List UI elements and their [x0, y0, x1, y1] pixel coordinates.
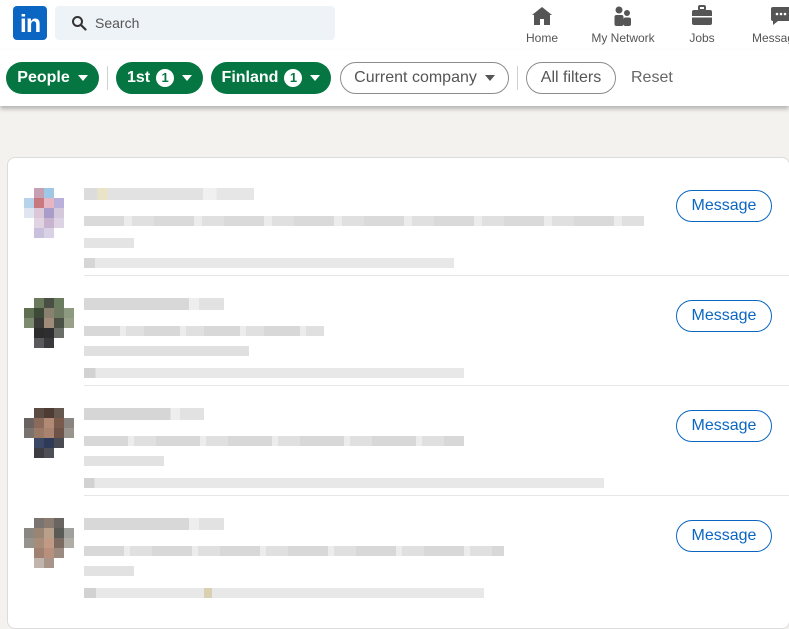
blurred-headline — [84, 238, 134, 248]
nav-jobs-label: Jobs — [689, 31, 715, 45]
filter-location-label: Finland — [221, 69, 279, 86]
blurred-name[interactable] — [84, 188, 254, 200]
filter-connection-label: 1st — [126, 69, 151, 86]
nav-jobs[interactable]: Jobs — [684, 4, 720, 48]
my-network-icon — [614, 6, 631, 26]
search-box[interactable] — [55, 6, 335, 40]
avatar[interactable] — [24, 408, 74, 458]
avatar[interactable] — [24, 298, 74, 348]
message-button[interactable]: Message — [676, 410, 772, 442]
list-item[interactable]: Message — [8, 166, 789, 276]
blurred-name[interactable] — [84, 408, 204, 420]
chevron-down-icon — [182, 75, 193, 81]
blurred-headline — [84, 346, 249, 356]
filter-connection[interactable]: 1st 1 — [116, 62, 203, 94]
blurred-location — [84, 368, 464, 378]
blurred-name[interactable] — [84, 518, 224, 530]
list-item[interactable]: Message — [8, 386, 789, 496]
home-icon — [532, 7, 552, 25]
blurred-location — [84, 258, 454, 268]
global-nav: in Home My Network Jobs — [0, 0, 789, 51]
search-results-card: Message Message Message Message — [7, 157, 789, 629]
blurred-location — [84, 588, 484, 598]
divider — [107, 66, 108, 90]
divider — [517, 66, 518, 90]
filter-location-count-badge: 1 — [284, 69, 303, 87]
filter-current-company[interactable]: Current company — [340, 62, 509, 94]
filter-people[interactable]: People — [6, 62, 99, 94]
all-filters-button[interactable]: All filters — [526, 62, 616, 94]
messaging-icon — [771, 7, 789, 25]
blurred-headline — [84, 566, 134, 576]
filter-people-label: People — [17, 69, 70, 86]
chevron-down-icon — [310, 75, 321, 81]
nav-messaging[interactable]: Messag — [752, 4, 789, 48]
list-item[interactable]: Message — [8, 496, 789, 606]
avatar[interactable] — [24, 518, 74, 568]
filter-location[interactable]: Finland 1 — [211, 62, 331, 94]
search-input[interactable] — [95, 6, 325, 40]
nav-home-label: Home — [525, 31, 558, 45]
filter-current-company-label: Current company — [354, 69, 477, 86]
blurred-headline — [84, 456, 164, 466]
blurred-headline — [84, 326, 324, 336]
chevron-down-icon — [484, 75, 495, 81]
jobs-icon — [692, 5, 712, 25]
blurred-name[interactable] — [84, 298, 224, 310]
blurred-headline — [84, 436, 464, 446]
message-button[interactable]: Message — [676, 300, 772, 332]
blurred-headline — [84, 216, 644, 226]
all-filters-label: All filters — [540, 69, 602, 86]
avatar[interactable] — [24, 188, 74, 238]
blurred-location — [84, 478, 604, 488]
message-button[interactable]: Message — [676, 190, 772, 222]
nav-messaging-label: Messag — [752, 31, 789, 45]
filter-connection-count-badge: 1 — [156, 69, 175, 87]
search-icon — [72, 16, 87, 31]
nav-my-network[interactable]: My Network — [587, 4, 659, 48]
message-button[interactable]: Message — [676, 520, 772, 552]
nav-home[interactable]: Home — [522, 4, 562, 48]
reset-button[interactable]: Reset — [621, 62, 683, 94]
nav-my-network-label: My Network — [591, 31, 655, 45]
list-item[interactable]: Message — [8, 276, 789, 386]
linkedin-logo[interactable]: in — [13, 6, 47, 40]
chevron-down-icon — [77, 75, 88, 81]
blurred-headline — [84, 546, 504, 556]
